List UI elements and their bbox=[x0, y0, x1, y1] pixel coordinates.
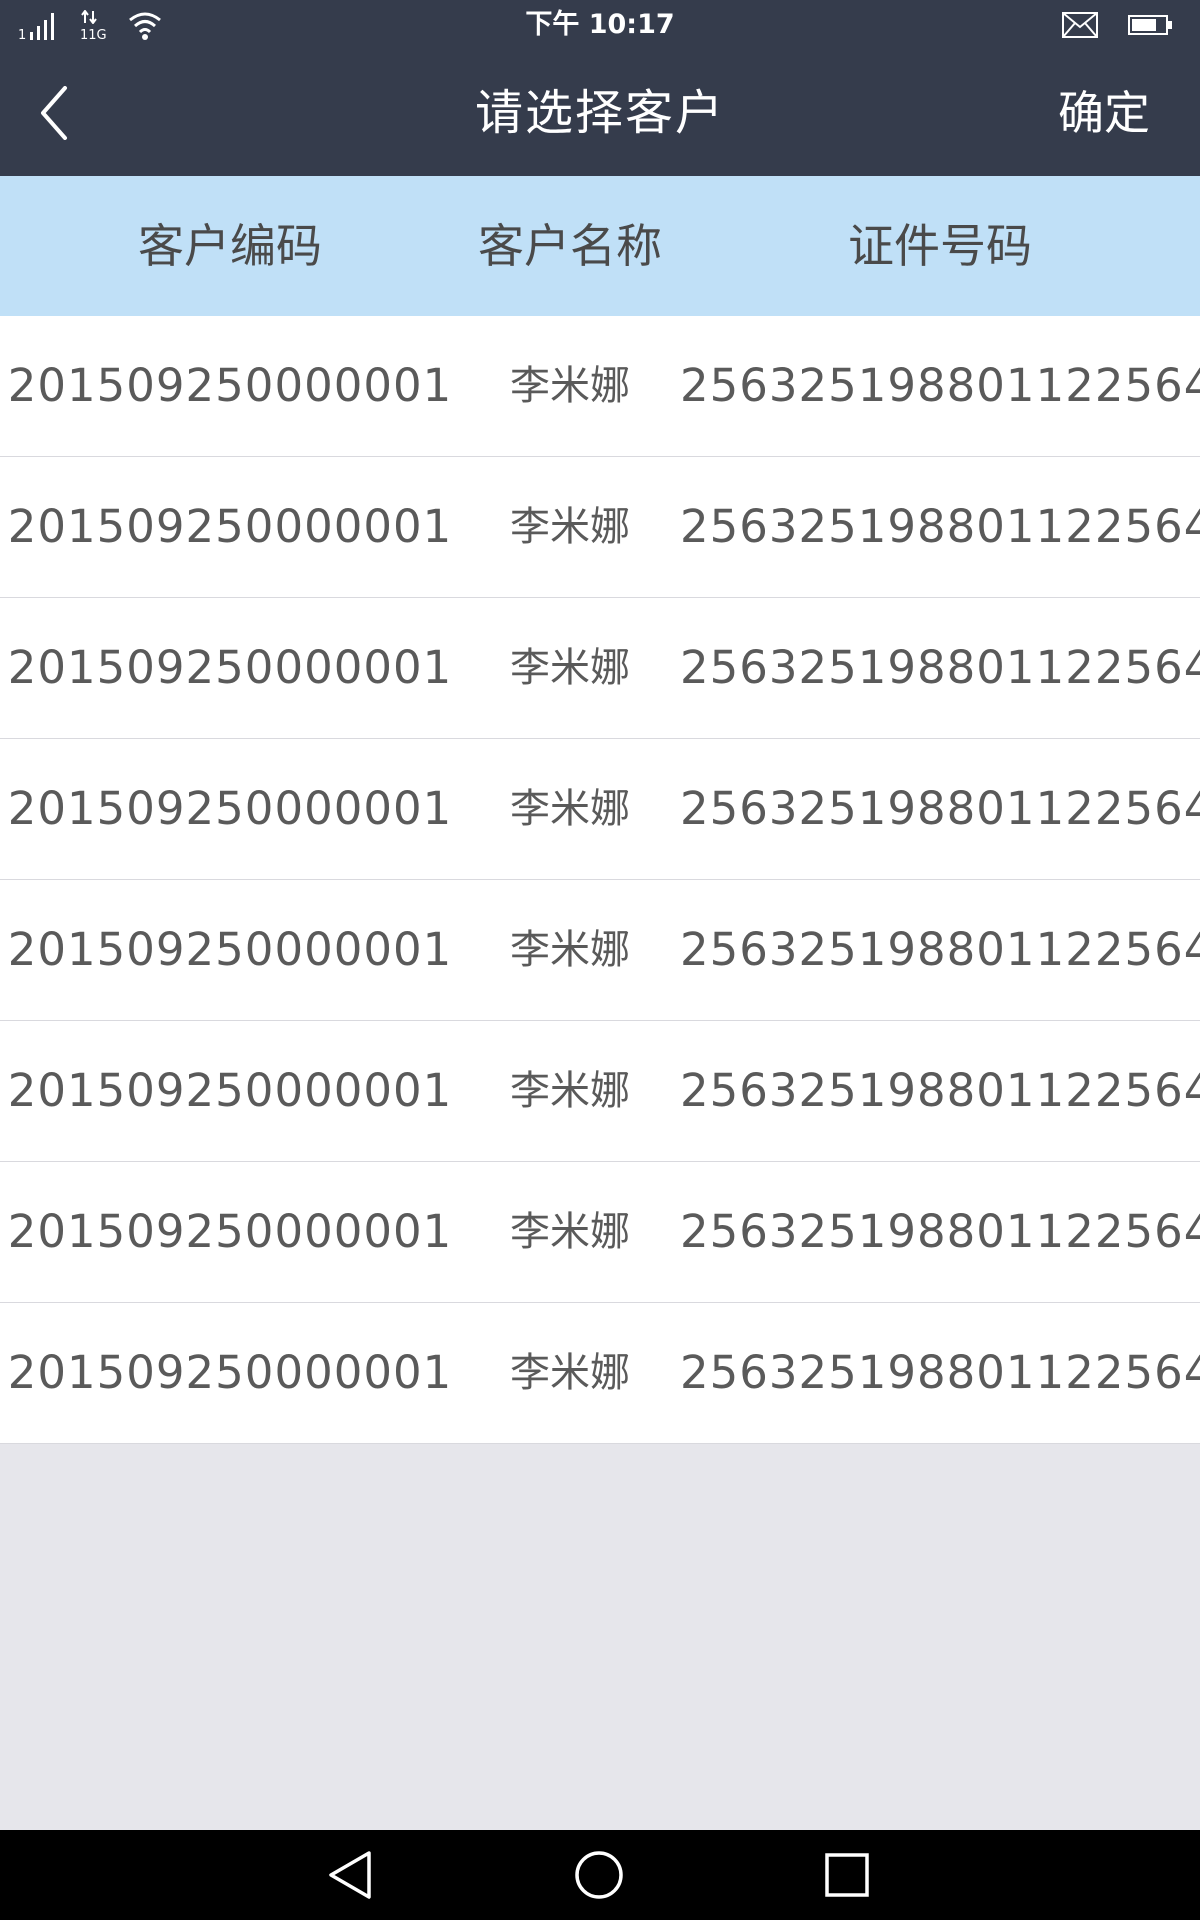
confirm-button[interactable]: 确定 bbox=[1058, 50, 1150, 176]
status-time: 下午 10:17 bbox=[525, 9, 675, 40]
id-number-cell: 256325198801122564 bbox=[680, 500, 1200, 553]
customer-code-cell: 201509250000001 bbox=[7, 641, 453, 694]
customer-name-cell: 李米娜 bbox=[510, 1209, 630, 1255]
id-number-cell: 256325198801122564 bbox=[680, 641, 1200, 694]
table-row[interactable]: 201509250000001 李米娜 256325198801122564 bbox=[0, 739, 1200, 880]
table-header: 客户编码 客户名称 证件号码 bbox=[0, 176, 1200, 316]
battery-icon bbox=[1128, 14, 1174, 36]
customer-name-cell: 李米娜 bbox=[510, 504, 630, 550]
customer-code-cell: 201509250000001 bbox=[7, 500, 453, 553]
customer-name-cell: 李米娜 bbox=[510, 645, 630, 691]
system-home-button[interactable] bbox=[569, 1850, 629, 1900]
customer-name-cell: 李米娜 bbox=[510, 363, 630, 409]
back-button[interactable] bbox=[24, 80, 84, 146]
customer-code-cell: 201509250000001 bbox=[7, 1205, 453, 1258]
table-row[interactable]: 201509250000001 李米娜 256325198801122564 bbox=[0, 880, 1200, 1021]
column-header-id-number: 证件号码 bbox=[848, 219, 1032, 273]
table-row[interactable]: 201509250000001 李米娜 256325198801122564 bbox=[0, 1303, 1200, 1444]
id-number-cell: 256325198801122564 bbox=[680, 1205, 1200, 1258]
column-header-customer-name: 客户名称 bbox=[478, 219, 662, 273]
id-number-cell: 256325198801122564 bbox=[680, 923, 1200, 976]
customer-code-cell: 201509250000001 bbox=[7, 923, 453, 976]
back-triangle-icon bbox=[327, 1850, 373, 1900]
customer-name-cell: 李米娜 bbox=[510, 927, 630, 973]
customer-name-cell: 李米娜 bbox=[510, 1350, 630, 1396]
id-number-cell: 256325198801122564 bbox=[680, 1346, 1200, 1399]
column-header-customer-code: 客户编码 bbox=[138, 219, 322, 273]
id-number-cell: 256325198801122564 bbox=[680, 1064, 1200, 1117]
system-nav-bar bbox=[0, 1830, 1200, 1920]
nav-bar: 请选择客户 确定 bbox=[0, 50, 1200, 176]
customer-name-cell: 李米娜 bbox=[510, 1068, 630, 1114]
id-number-cell: 256325198801122564 bbox=[680, 782, 1200, 835]
customer-code-cell: 201509250000001 bbox=[7, 1346, 453, 1399]
table-row[interactable]: 201509250000001 李米娜 256325198801122564 bbox=[0, 457, 1200, 598]
id-number-cell: 256325198801122564 bbox=[680, 359, 1200, 412]
page-title: 请选择客户 bbox=[474, 85, 725, 141]
customer-code-cell: 201509250000001 bbox=[7, 1064, 453, 1117]
customer-code-cell: 201509250000001 bbox=[7, 782, 453, 835]
status-right-icons bbox=[1062, 8, 1174, 42]
mail-icon bbox=[1062, 12, 1098, 38]
recents-square-icon bbox=[824, 1852, 870, 1898]
table-row[interactable]: 201509250000001 李米娜 256325198801122564 bbox=[0, 1162, 1200, 1303]
table-row[interactable]: 201509250000001 李米娜 256325198801122564 bbox=[0, 598, 1200, 739]
table-row[interactable]: 201509250000001 李米娜 256325198801122564 bbox=[0, 1021, 1200, 1162]
status-bar: 1 11G 下午 10:17 bbox=[0, 0, 1200, 50]
system-recents-button[interactable] bbox=[817, 1850, 877, 1900]
empty-area bbox=[0, 1444, 1200, 1830]
home-circle-icon bbox=[574, 1850, 624, 1900]
table-row[interactable]: 201509250000001 李米娜 256325198801122564 bbox=[0, 316, 1200, 457]
customer-name-cell: 李米娜 bbox=[510, 786, 630, 832]
chevron-left-icon bbox=[39, 86, 69, 140]
customer-code-cell: 201509250000001 bbox=[7, 359, 453, 412]
customer-list: 201509250000001 李米娜 256325198801122564 2… bbox=[0, 316, 1200, 1444]
system-back-button[interactable] bbox=[320, 1850, 380, 1900]
